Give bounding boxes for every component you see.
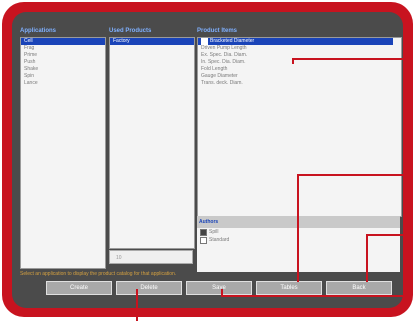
author-label: Standard [209, 237, 230, 243]
callout-line [221, 295, 412, 297]
quantity-input[interactable]: 10 [109, 250, 193, 264]
product-item-label: Fold Length [201, 66, 228, 72]
product-item-label: Bracketed Diameter [210, 38, 255, 44]
application-item[interactable]: Lance [21, 80, 105, 87]
callout-line [136, 289, 138, 321]
application-item[interactable]: Cell [21, 38, 105, 45]
product-items-header: Product Items [197, 28, 238, 34]
save-button[interactable]: Save [186, 281, 252, 295]
delete-button[interactable]: Delete [116, 281, 182, 295]
screen: Applications Used Products Product Items… [12, 12, 403, 308]
product-items-list[interactable]: Bracketed Diameter Driven Pump Length Ex… [197, 37, 402, 217]
checkbox[interactable] [201, 38, 208, 45]
application-item[interactable]: Spin [21, 73, 105, 80]
author-checkbox[interactable] [200, 236, 207, 244]
product-item-label: Driven Pump Length [201, 45, 247, 51]
author-label: Spill [209, 229, 219, 235]
callout-line [297, 174, 412, 176]
used-products-list[interactable]: Factory [109, 37, 195, 249]
tables-button[interactable]: Tables [256, 281, 322, 295]
callout-line [297, 174, 299, 282]
product-item-label: Gauge Diameter [201, 73, 238, 79]
callout-line [221, 289, 223, 297]
product-item-row[interactable]: Bracketed Diameter [198, 38, 393, 45]
status-message: Select an application to display the pro… [20, 271, 177, 277]
application-item[interactable]: Shake [21, 66, 105, 73]
applications-list[interactable]: Cell Frag Prime Push Shake Spin Lance [20, 37, 106, 269]
author-checkbox[interactable] [200, 228, 207, 236]
product-item-row[interactable]: Trans. deck. Diam. [198, 80, 401, 87]
callout-line [366, 234, 412, 236]
back-button[interactable]: Back [326, 281, 392, 295]
application-item[interactable]: Prime [21, 52, 105, 59]
product-item-label: Trans. deck. Diam. [201, 80, 243, 86]
applications-header: Applications [20, 28, 57, 34]
product-item-row[interactable]: Gauge Diameter [198, 73, 401, 80]
callout-line [292, 58, 412, 60]
application-item[interactable]: Push [21, 59, 105, 66]
product-item-row[interactable]: Fold Length [198, 66, 401, 73]
callout-line [292, 58, 294, 64]
product-item-label: In. Spec. Dia. Diam. [201, 59, 246, 65]
product-item-row[interactable]: Driven Pump Length [198, 45, 401, 52]
product-item-row[interactable]: In. Spec. Dia. Diam. [198, 59, 401, 66]
used-product-item[interactable]: Factory [110, 38, 194, 45]
create-button[interactable]: Create [46, 281, 112, 295]
used-products-header: Used Products [109, 28, 152, 34]
product-item-label: Ex. Spec. Dia. Diam. [201, 52, 248, 58]
callout-line [366, 234, 368, 282]
application-item[interactable]: Frag [21, 45, 105, 52]
